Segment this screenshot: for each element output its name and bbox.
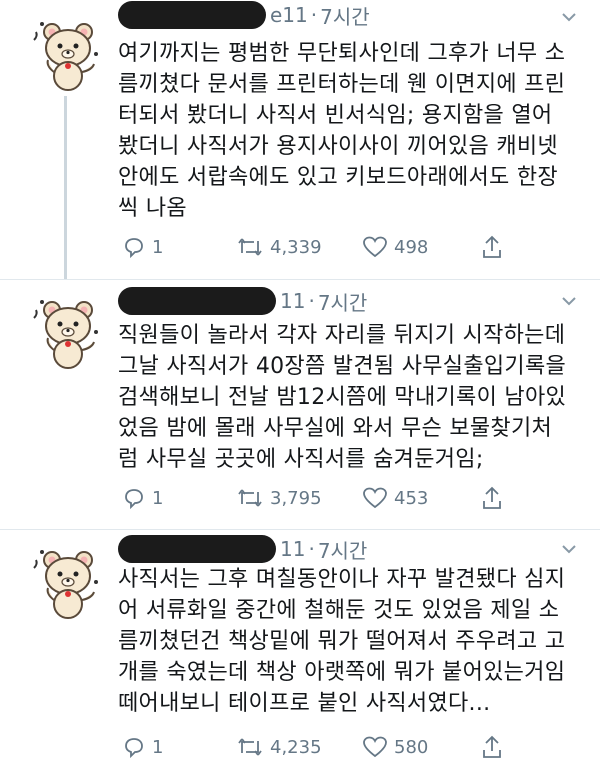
separator-dot: · (308, 537, 315, 561)
timestamp[interactable]: 7시간 (318, 535, 368, 564)
separator-dot: · (310, 3, 318, 27)
reply-button[interactable]: 1 (122, 483, 163, 513)
heart-icon (363, 736, 387, 758)
tweet-text: 사직서는 그후 며칠동안이나 자꾸 발견됐다 심지 어 서류화일 중간에 철해둔… (118, 567, 566, 716)
share-button[interactable] (480, 483, 504, 513)
bear-avatar[interactable] (28, 14, 108, 94)
like-count: 498 (394, 236, 429, 258)
timestamp[interactable]: 7시간 (320, 1, 370, 30)
reply-button[interactable]: 1 (122, 232, 163, 262)
tweet-actions: 1 4,339 498 (118, 232, 518, 262)
retweet-icon (238, 238, 262, 256)
retweet-count: 4,339 (270, 236, 322, 258)
reply-icon (125, 738, 143, 759)
reply-icon (125, 489, 143, 510)
retweet-button[interactable]: 3,795 (236, 483, 322, 513)
share-button[interactable] (480, 232, 504, 262)
heart-icon (363, 487, 387, 509)
tweet-header: e11 · 7시간 (118, 1, 370, 30)
redacted-username (118, 535, 276, 563)
handle-tail: e11 (270, 3, 308, 27)
share-icon (483, 235, 501, 258)
share-icon (483, 486, 501, 509)
reply-count: 1 (152, 736, 164, 758)
tweet-2[interactable]: 11 · 7시간 직원들이 놀라서 각자 자리를 뒤지기 시작하는데 그날 사직… (0, 280, 600, 530)
like-button[interactable]: 498 (362, 232, 428, 262)
chevron-down-icon[interactable] (560, 292, 578, 310)
handle-tail: 11 (280, 289, 306, 313)
timestamp[interactable]: 7시간 (318, 287, 368, 316)
tweet-header: 11 · 7시간 (118, 535, 368, 564)
tweet-actions: 1 3,795 453 (118, 483, 518, 513)
retweet-count: 4,235 (270, 736, 322, 758)
chevron-down-icon[interactable] (560, 540, 578, 558)
bear-avatar[interactable] (28, 292, 108, 372)
retweet-button[interactable]: 4,235 (236, 732, 322, 762)
handle-tail: 11 (280, 537, 306, 561)
share-button[interactable] (480, 732, 504, 762)
chevron-down-icon[interactable] (560, 8, 578, 26)
share-icon (483, 735, 501, 758)
reply-icon (125, 238, 143, 259)
tweet-header: 11 · 7시간 (118, 287, 368, 316)
retweet-button[interactable]: 4,339 (236, 232, 322, 262)
like-count: 453 (394, 487, 429, 509)
thread-line (64, 96, 67, 280)
like-button[interactable]: 453 (362, 483, 428, 513)
retweet-icon (238, 489, 262, 507)
tweet-1[interactable]: e11 · 7시간 여기까지는 평범한 무단퇴사인데 그후가 너무 소 름끼쳤다… (0, 0, 600, 280)
reply-count: 1 (152, 236, 164, 258)
tweet-3[interactable]: 11 · 7시간 사직서는 그후 며칠동안이나 자꾸 발견됐다 심지 어 서류화… (0, 530, 600, 770)
reply-button[interactable]: 1 (122, 732, 163, 762)
bear-avatar[interactable] (28, 542, 108, 622)
redacted-username (118, 1, 266, 29)
tweet-actions: 1 4,235 580 (118, 732, 518, 762)
separator-dot: · (308, 289, 315, 313)
heart-icon (363, 236, 387, 258)
retweet-icon (238, 738, 262, 756)
redacted-username (118, 287, 276, 315)
tweet-text: 직원들이 놀라서 각자 자리를 뒤지기 시작하는데 그날 사직서가 40장쯤 발… (118, 323, 567, 472)
retweet-count: 3,795 (270, 487, 322, 509)
like-count: 580 (394, 736, 429, 758)
tweet-text: 여기까지는 평범한 무단퇴사인데 그후가 너무 소 름끼쳤다 문서를 프린터하는… (118, 41, 566, 221)
reply-count: 1 (152, 487, 164, 509)
like-button[interactable]: 580 (362, 732, 428, 762)
